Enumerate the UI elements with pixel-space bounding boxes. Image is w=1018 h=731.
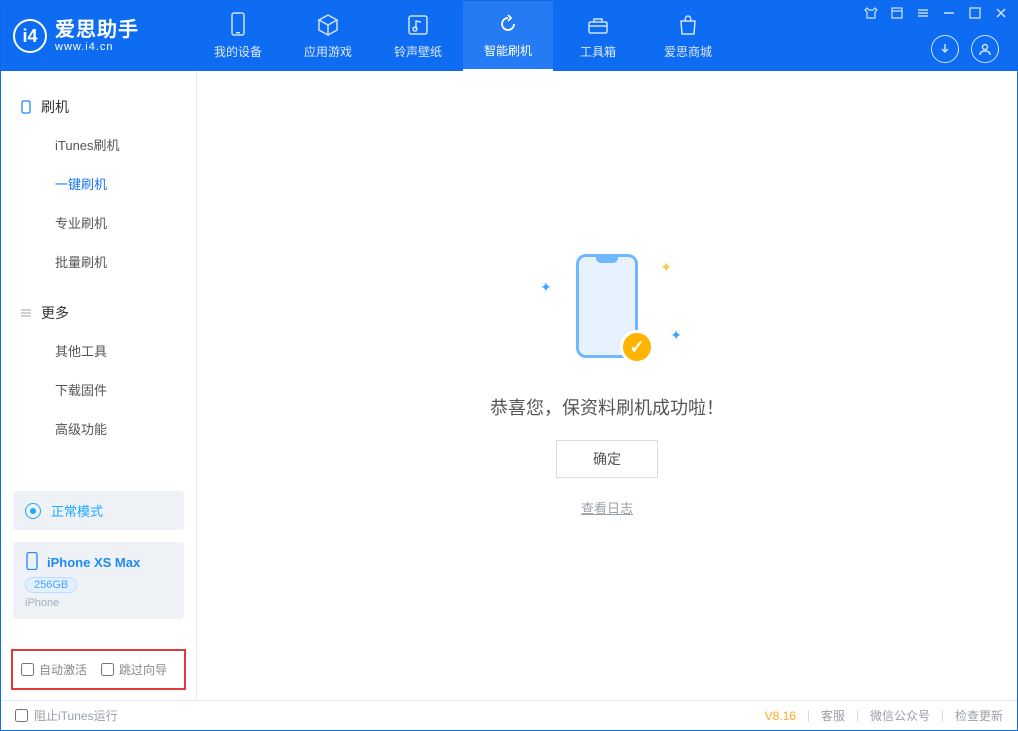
window-controls [863, 5, 1009, 21]
checkbox-label: 自动激活 [39, 661, 87, 678]
checkbox-input[interactable] [15, 709, 28, 722]
sidebar-scroll[interactable]: 刷机 iTunes刷机 一键刷机 专业刷机 批量刷机 更多 其他工具 下载固件 … [1, 71, 196, 485]
list-icon [19, 306, 33, 320]
checkbox-label: 跳过向导 [119, 661, 167, 678]
titlebar-circle-buttons [931, 35, 999, 63]
sparkle-icon: ✦ [540, 279, 552, 296]
nav-apps[interactable]: 应用游戏 [283, 1, 373, 71]
body: 刷机 iTunes刷机 一键刷机 专业刷机 批量刷机 更多 其他工具 下载固件 … [1, 71, 1017, 700]
sidebar-item-pro-flash[interactable]: 专业刷机 [1, 203, 196, 242]
sparkle-icon: ✦ [660, 259, 672, 276]
nav-label: 智能刷机 [484, 42, 532, 59]
device-name: iPhone XS Max [47, 555, 140, 570]
nav-store[interactable]: 爱思商城 [643, 1, 733, 71]
titlebar: i4 爱思助手 www.i4.cn 我的设备 应用游戏 铃声壁纸 智能刷机 [1, 1, 1017, 71]
nav-label: 铃声壁纸 [394, 43, 442, 60]
nav-label: 我的设备 [214, 43, 262, 60]
checkbox-block-itunes[interactable]: 阻止iTunes运行 [15, 707, 118, 724]
nav-label: 工具箱 [580, 43, 616, 60]
mode-label: 正常模式 [51, 501, 103, 520]
sparkle-icon: ✦ [670, 327, 682, 344]
success-message: 恭喜您，保资料刷机成功啦！ [490, 394, 724, 420]
device-capacity: 256GB [25, 577, 77, 593]
check-icon: ✓ [620, 330, 654, 364]
device-icon [225, 12, 251, 38]
checkbox-input[interactable] [101, 663, 114, 676]
sidebar-group-flash: 刷机 [1, 89, 196, 125]
nav-label: 应用游戏 [304, 43, 352, 60]
device-box[interactable]: iPhone XS Max 256GB iPhone [13, 542, 184, 619]
nav-wallpaper[interactable]: 铃声壁纸 [373, 1, 463, 71]
sidebar-item-itunes-flash[interactable]: iTunes刷机 [1, 125, 196, 164]
download-button[interactable] [931, 35, 959, 63]
logo-icon: i4 [13, 19, 47, 53]
app-logo: i4 爱思助手 www.i4.cn [13, 19, 193, 53]
checkbox-label: 阻止iTunes运行 [34, 707, 118, 724]
minimize-button[interactable] [941, 5, 957, 21]
nav-label: 爱思商城 [664, 43, 712, 60]
wechat-link[interactable]: 微信公众号 [870, 707, 930, 724]
device-phone-icon [25, 552, 39, 573]
sidebar-item-other-tools[interactable]: 其他工具 [1, 331, 196, 370]
nav-flash[interactable]: 智能刷机 [463, 1, 553, 71]
refresh-icon [495, 11, 521, 37]
sidebar-group-more: 更多 [1, 295, 196, 331]
close-button[interactable] [993, 5, 1009, 21]
app-site: www.i4.cn [55, 41, 139, 53]
app-window: i4 爱思助手 www.i4.cn 我的设备 应用游戏 铃声壁纸 智能刷机 [0, 0, 1018, 731]
checkbox-auto-activate[interactable]: 自动激活 [21, 661, 87, 678]
status-bar: 阻止iTunes运行 V8.16 客服 微信公众号 检查更新 [1, 700, 1017, 730]
sidebar-item-oneclick-flash[interactable]: 一键刷机 [1, 164, 196, 203]
sidebar-item-download-firmware[interactable]: 下载固件 [1, 370, 196, 409]
music-icon [405, 12, 431, 38]
sidebar-item-batch-flash[interactable]: 批量刷机 [1, 242, 196, 281]
skin-icon[interactable] [863, 5, 879, 21]
options-highlight-box: 自动激活 跳过向导 [11, 649, 186, 690]
nav-toolbox[interactable]: 工具箱 [553, 1, 643, 71]
menu-icon[interactable] [889, 5, 905, 21]
user-button[interactable] [971, 35, 999, 63]
hamburger-icon[interactable] [915, 5, 931, 21]
group-title: 刷机 [41, 97, 69, 117]
mode-box[interactable]: 正常模式 [13, 491, 184, 530]
mode-icon [25, 503, 41, 519]
sidebar: 刷机 iTunes刷机 一键刷机 专业刷机 批量刷机 更多 其他工具 下载固件 … [1, 71, 197, 700]
view-log-link[interactable]: 查看日志 [581, 498, 633, 517]
toolbox-icon [585, 12, 611, 38]
nav-my-device[interactable]: 我的设备 [193, 1, 283, 71]
bag-icon [675, 12, 701, 38]
cube-icon [315, 12, 341, 38]
checkbox-input[interactable] [21, 663, 34, 676]
phone-icon [19, 100, 33, 114]
separator [857, 710, 858, 722]
sidebar-item-advanced[interactable]: 高级功能 [1, 409, 196, 448]
version-label: V8.16 [765, 709, 796, 723]
success-illustration: ✦ ✦ ✦ ✓ [532, 254, 682, 374]
ok-button[interactable]: 确定 [556, 440, 658, 478]
maximize-button[interactable] [967, 5, 983, 21]
main-panel: ✦ ✦ ✦ ✓ 恭喜您，保资料刷机成功啦！ 确定 查看日志 [197, 71, 1017, 700]
checkbox-skip-guide[interactable]: 跳过向导 [101, 661, 167, 678]
support-link[interactable]: 客服 [821, 707, 845, 724]
separator [942, 710, 943, 722]
group-title: 更多 [41, 303, 69, 323]
check-update-link[interactable]: 检查更新 [955, 707, 1003, 724]
device-type: iPhone [25, 597, 59, 609]
app-name: 爱思助手 [55, 19, 139, 41]
separator [808, 710, 809, 722]
